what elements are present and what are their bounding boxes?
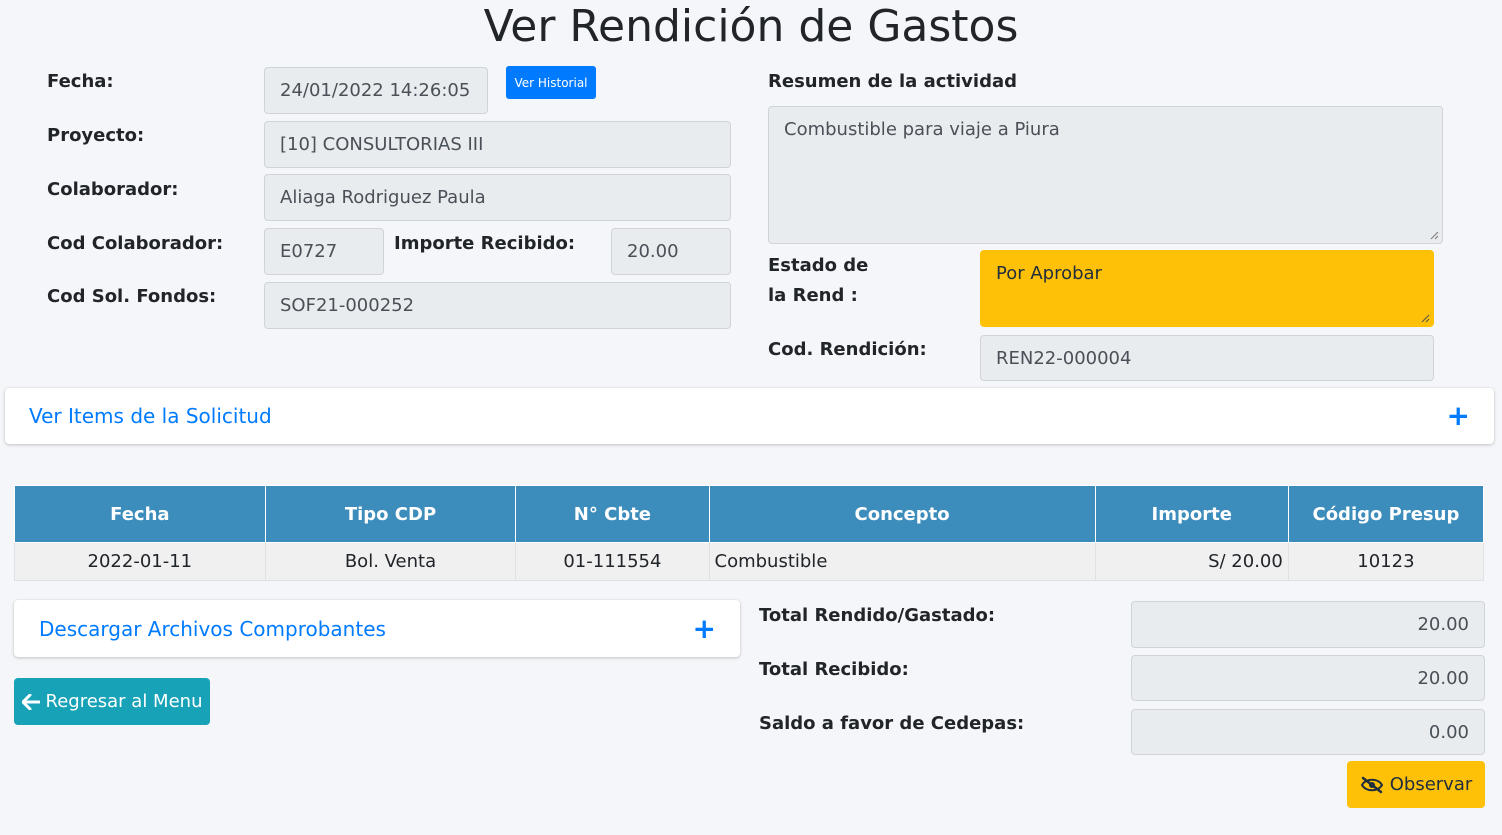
- observar-button[interactable]: Observar: [1347, 761, 1485, 808]
- col-header-concepto: Concepto: [708, 485, 1096, 543]
- col-header-tipo-cdp: Tipo CDP: [264, 485, 517, 543]
- total-rendido-label: Total Rendido/Gastado:: [759, 605, 996, 626]
- regresar-button[interactable]: Regresar al Menu: [14, 678, 210, 725]
- cod-rendicion-field[interactable]: REN22-000004: [980, 335, 1434, 381]
- estado-textarea[interactable]: Por Aprobar: [980, 250, 1434, 327]
- resumen-text: Combustible para viaje a Piura: [784, 119, 1060, 140]
- ver-items-title[interactable]: Ver Items de la Solicitud: [29, 404, 272, 428]
- page-title: Ver Rendición de Gastos: [483, 1, 1019, 52]
- descargar-card[interactable]: Descargar Archivos Comprobantes +: [14, 600, 740, 657]
- cell-fecha: 2022-01-11: [14, 542, 266, 581]
- colaborador-label: Colaborador:: [47, 179, 179, 200]
- cod-sol-fondos-label: Cod Sol. Fondos:: [47, 286, 217, 307]
- saldo-label: Saldo a favor de Cedepas:: [759, 713, 1025, 734]
- colaborador-field[interactable]: Aliaga Rodriguez Paula: [264, 174, 731, 221]
- fecha-label: Fecha:: [47, 71, 114, 92]
- col-header-importe: Importe: [1094, 485, 1289, 543]
- proyecto-label: Proyecto:: [47, 125, 145, 146]
- resumen-textarea[interactable]: Combustible para viaje a Piura: [768, 106, 1443, 244]
- saldo-field[interactable]: 0.00: [1131, 709, 1485, 755]
- observar-label: Observar: [1389, 774, 1473, 795]
- eye-slash-icon: [1360, 776, 1383, 793]
- arrow-left-icon: [21, 693, 40, 710]
- cell-importe: S/ 20.00: [1094, 542, 1289, 581]
- col-header-n-cbte: N° Cbte: [515, 485, 710, 543]
- table-header-row: Fecha Tipo CDP N° Cbte Concepto Importe …: [14, 485, 1485, 543]
- cod-colaborador-field[interactable]: E0727: [264, 228, 384, 275]
- resumen-label: Resumen de la actividad: [768, 71, 1017, 92]
- cod-sol-fondos-field[interactable]: SOF21-000252: [264, 282, 731, 329]
- cell-n-cbte: 01-111554: [515, 542, 710, 581]
- cell-tipo-cdp: Bol. Venta: [264, 542, 517, 581]
- cod-rendicion-label: Cod. Rendición:: [768, 339, 927, 360]
- estado-label-line2: la Rend :: [768, 285, 858, 306]
- cell-codigo-presup: 10123: [1287, 542, 1485, 581]
- estado-text: Por Aprobar: [996, 263, 1102, 284]
- regresar-label: Regresar al Menu: [45, 691, 203, 712]
- plus-icon[interactable]: +: [1447, 402, 1470, 430]
- cell-concepto: Combustible: [708, 542, 1096, 581]
- plus-icon[interactable]: +: [693, 614, 716, 643]
- table-row: 2022-01-11 Bol. Venta 01-111554 Combusti…: [14, 542, 1485, 581]
- importe-recibido-label: Importe Recibido:: [394, 233, 576, 254]
- ver-historial-button[interactable]: Ver Historial: [506, 66, 596, 99]
- items-table: Fecha Tipo CDP N° Cbte Concepto Importe …: [14, 485, 1485, 581]
- col-header-codigo-presup: Código Presup: [1287, 485, 1485, 543]
- total-recibido-field[interactable]: 20.00: [1131, 655, 1485, 701]
- descargar-title[interactable]: Descargar Archivos Comprobantes: [39, 617, 386, 641]
- resize-handle-icon[interactable]: [1421, 314, 1430, 323]
- resize-handle-icon[interactable]: [1430, 231, 1439, 240]
- importe-recibido-field[interactable]: 20.00: [611, 228, 731, 275]
- estado-label-line1: Estado de: [768, 255, 869, 276]
- cod-colaborador-label: Cod Colaborador:: [47, 233, 224, 254]
- proyecto-field[interactable]: [10] CONSULTORIAS III: [264, 121, 731, 168]
- total-rendido-field[interactable]: 20.00: [1131, 601, 1485, 648]
- ver-items-card[interactable]: Ver Items de la Solicitud +: [5, 388, 1494, 444]
- fecha-field[interactable]: 24/01/2022 14:26:05: [264, 67, 488, 114]
- col-header-fecha: Fecha: [14, 485, 266, 543]
- total-recibido-label: Total Recibido:: [759, 659, 909, 680]
